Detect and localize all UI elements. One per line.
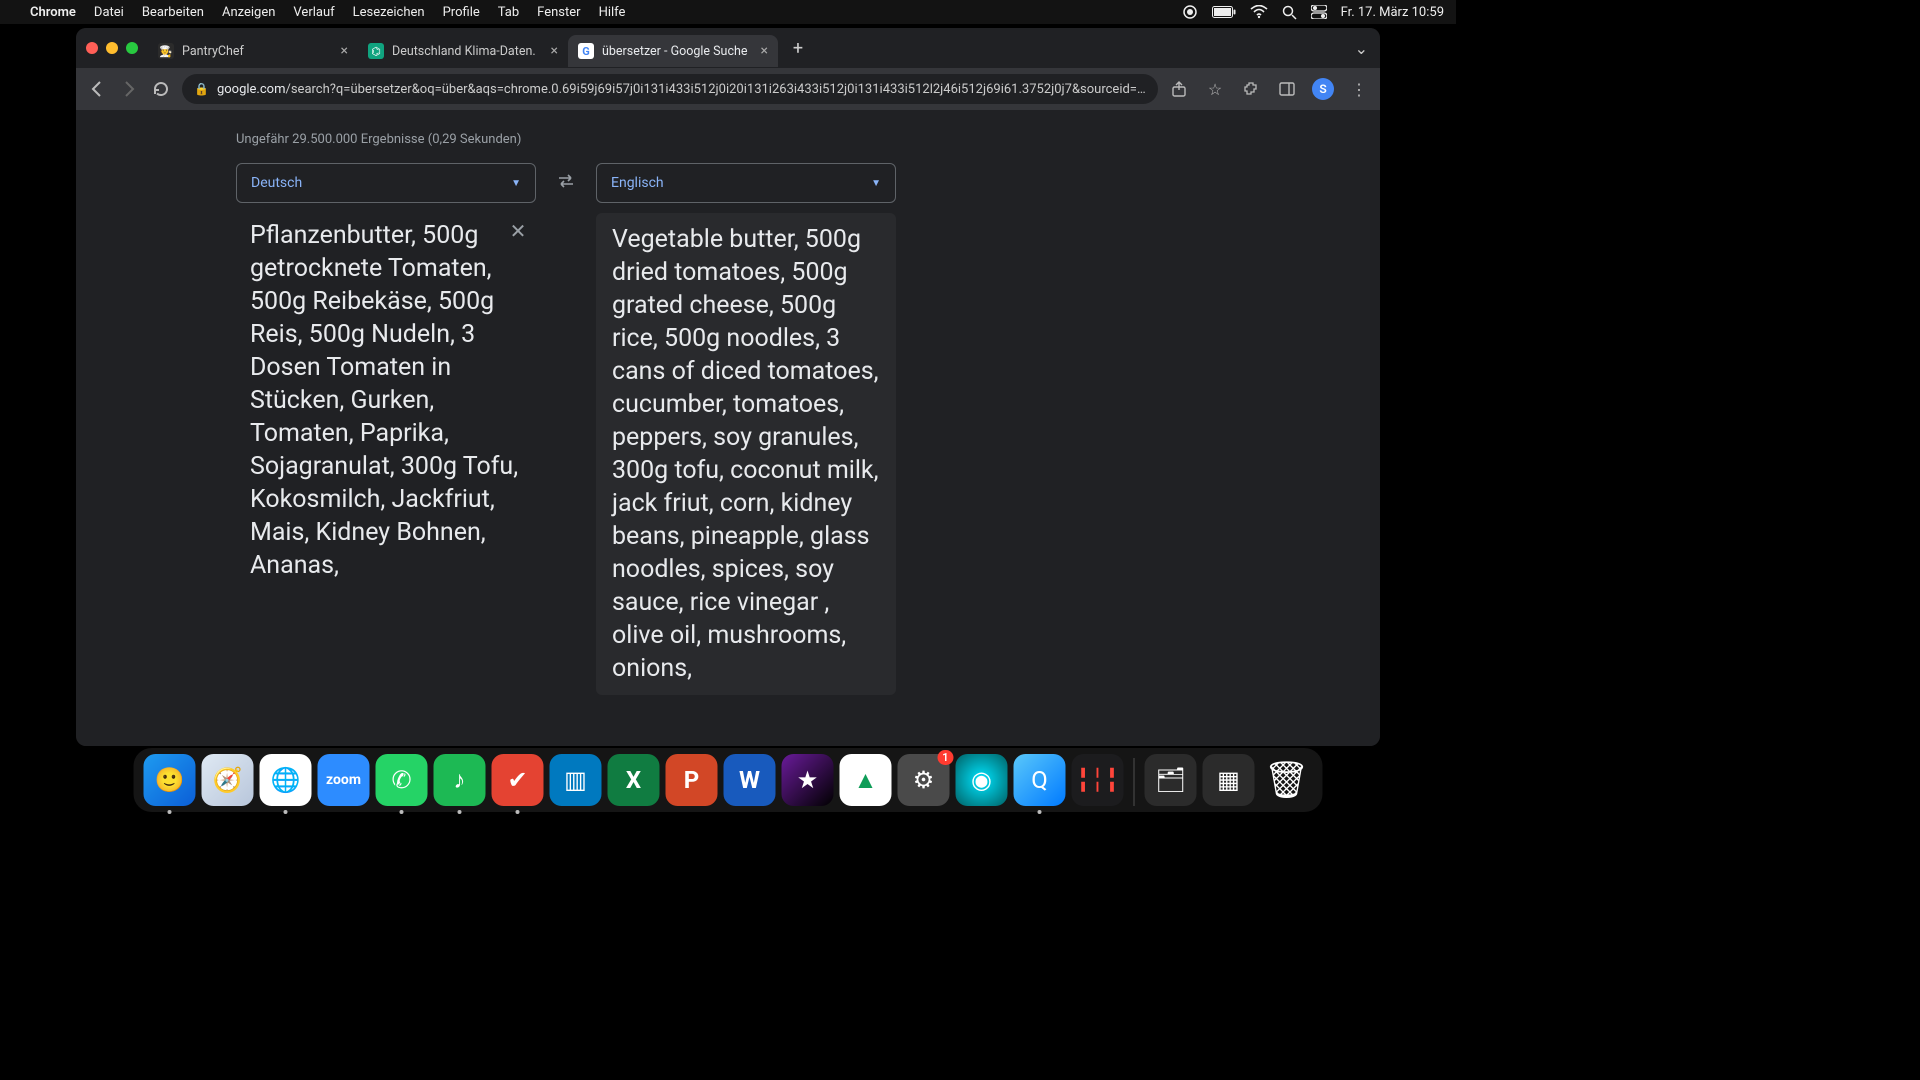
tab-title: PantryChef — [182, 44, 333, 59]
dock-system-settings[interactable]: ⚙ — [898, 754, 950, 806]
menubar-clock[interactable]: Fr. 17. März 10:59 — [1341, 5, 1444, 20]
extensions-icon[interactable] — [1240, 78, 1262, 100]
dock-spotify[interactable]: ♪ — [434, 754, 486, 806]
address-bar[interactable]: 🔒 google.com/search?q=übersetzer&oq=über… — [182, 74, 1158, 104]
tab-title: übersetzer - Google Suche — [602, 44, 753, 59]
tab-strip: 🧑‍🍳 PantryChef × ⌬ Deutschland Klima-Dat… — [76, 28, 1380, 68]
back-button[interactable] — [86, 78, 108, 100]
dock-whatsapp[interactable]: ✆ — [376, 754, 428, 806]
profile-avatar[interactable]: S — [1312, 78, 1334, 100]
dock-word[interactable]: W — [724, 754, 776, 806]
target-text-pane: Vegetable butter, 500g dried tomatoes, 5… — [596, 213, 896, 695]
tab-favicon: 🧑‍🍳 — [158, 43, 174, 59]
new-tab-button[interactable]: + — [784, 34, 812, 62]
macos-menubar: Chrome Datei Bearbeiten Anzeigen Verlauf… — [0, 0, 1456, 24]
reload-button[interactable] — [150, 78, 172, 100]
dock-separator — [1134, 758, 1135, 806]
dock-todoist[interactable]: ✔ — [492, 754, 544, 806]
page-content: Ungefähr 29.500.000 Ergebnisse (0,29 Sek… — [76, 110, 1380, 746]
menu-tab[interactable]: Tab — [498, 5, 519, 20]
clear-source-icon[interactable]: ✕ — [506, 219, 530, 243]
dock-voice-memos[interactable]: ╏╎╏ — [1072, 754, 1124, 806]
screen-record-icon[interactable] — [1182, 4, 1198, 20]
lock-icon: 🔒 — [194, 82, 209, 96]
dock-zoom[interactable]: zoom — [318, 754, 370, 806]
target-language-select[interactable]: Englisch ▼ — [596, 163, 896, 203]
share-icon[interactable] — [1168, 78, 1190, 100]
tab-favicon: ⌬ — [368, 43, 384, 59]
dropdown-arrow-icon: ▼ — [511, 178, 521, 189]
spotlight-search-icon[interactable] — [1282, 5, 1297, 20]
sidepanel-icon[interactable] — [1276, 78, 1298, 100]
menu-verlauf[interactable]: Verlauf — [293, 5, 334, 20]
browser-toolbar: 🔒 google.com/search?q=übersetzer&oq=über… — [76, 68, 1380, 110]
bookmark-star-icon[interactable]: ☆ — [1204, 78, 1226, 100]
dock-excel[interactable]: X — [608, 754, 660, 806]
menu-profile[interactable]: Profile — [443, 5, 480, 20]
forward-button[interactable] — [118, 78, 140, 100]
dock-trello[interactable]: ▥ — [550, 754, 602, 806]
menu-hilfe[interactable]: Hilfe — [599, 5, 626, 20]
app-name[interactable]: Chrome — [30, 5, 76, 20]
tab-favicon: G — [578, 43, 594, 59]
dock-imovie[interactable]: ★ — [782, 754, 834, 806]
dock-google-drive[interactable]: ▲ — [840, 754, 892, 806]
source-language-select[interactable]: Deutsch ▼ — [236, 163, 536, 203]
dock-trash[interactable]: 🗑 — [1261, 754, 1313, 806]
tab-close-icon[interactable]: × — [761, 43, 768, 59]
tab-title: Deutschland Klima-Daten. — [392, 44, 543, 59]
menu-datei[interactable]: Datei — [94, 5, 124, 20]
tab-close-icon[interactable]: × — [341, 43, 348, 59]
google-translate-widget: Deutsch ▼ Pflanzenbutter, 500g getrockne… — [236, 163, 1350, 695]
dock-finder[interactable]: 🙂 — [144, 754, 196, 806]
tab-close-icon[interactable]: × — [551, 43, 558, 59]
tab-klima[interactable]: ⌬ Deutschland Klima-Daten. × — [358, 35, 568, 67]
dock-launchpad[interactable]: ▦ — [1203, 754, 1255, 806]
result-stats: Ungefähr 29.500.000 Ergebnisse (0,29 Sek… — [236, 132, 1350, 147]
target-language-label: Englisch — [611, 175, 664, 191]
dock-quicktime[interactable]: Q — [1014, 754, 1066, 806]
target-text: Vegetable butter, 500g dried tomatoes, 5… — [612, 223, 880, 685]
dock-siri[interactable]: ◉ — [956, 754, 1008, 806]
menu-anzeigen[interactable]: Anzeigen — [222, 5, 275, 20]
menu-lesezeichen[interactable]: Lesezeichen — [353, 5, 425, 20]
wifi-icon[interactable] — [1250, 5, 1268, 19]
source-text[interactable]: Pflanzenbutter, 500g getrocknete Tomaten… — [250, 219, 520, 582]
window-maximize-button[interactable] — [126, 42, 138, 54]
kebab-menu-icon[interactable]: ⋮ — [1348, 78, 1370, 100]
tab-pantrychef[interactable]: 🧑‍🍳 PantryChef × — [148, 35, 358, 67]
window-traffic-lights — [86, 42, 138, 54]
window-close-button[interactable] — [86, 42, 98, 54]
swap-languages-icon[interactable] — [555, 170, 577, 196]
macos-dock: 🙂 🧭 🌐 zoom ✆ ♪ ✔ ▥ X P W ★ ▲ ⚙ ◉ Q ╏╎╏ 🗂… — [134, 748, 1323, 812]
control-center-icon[interactable] — [1311, 5, 1327, 19]
dock-powerpoint[interactable]: P — [666, 754, 718, 806]
menu-fenster[interactable]: Fenster — [537, 5, 580, 20]
tabs-overflow-icon[interactable]: ⌄ — [1355, 39, 1368, 58]
window-minimize-button[interactable] — [106, 42, 118, 54]
url-text: google.com/search?q=übersetzer&oq=über&a… — [217, 82, 1146, 97]
dock-safari[interactable]: 🧭 — [202, 754, 254, 806]
dock-chrome[interactable]: 🌐 — [260, 754, 312, 806]
chrome-window: 🧑‍🍳 PantryChef × ⌬ Deutschland Klima-Dat… — [76, 28, 1380, 746]
dropdown-arrow-icon: ▼ — [871, 178, 881, 189]
tab-google-translate[interactable]: G übersetzer - Google Suche × — [568, 35, 778, 67]
source-text-pane[interactable]: Pflanzenbutter, 500g getrocknete Tomaten… — [236, 213, 536, 588]
source-language-label: Deutsch — [251, 175, 302, 191]
menu-bearbeiten[interactable]: Bearbeiten — [142, 5, 204, 20]
dock-desktop-stack[interactable]: 🗂 — [1145, 754, 1197, 806]
battery-icon[interactable] — [1212, 6, 1236, 18]
